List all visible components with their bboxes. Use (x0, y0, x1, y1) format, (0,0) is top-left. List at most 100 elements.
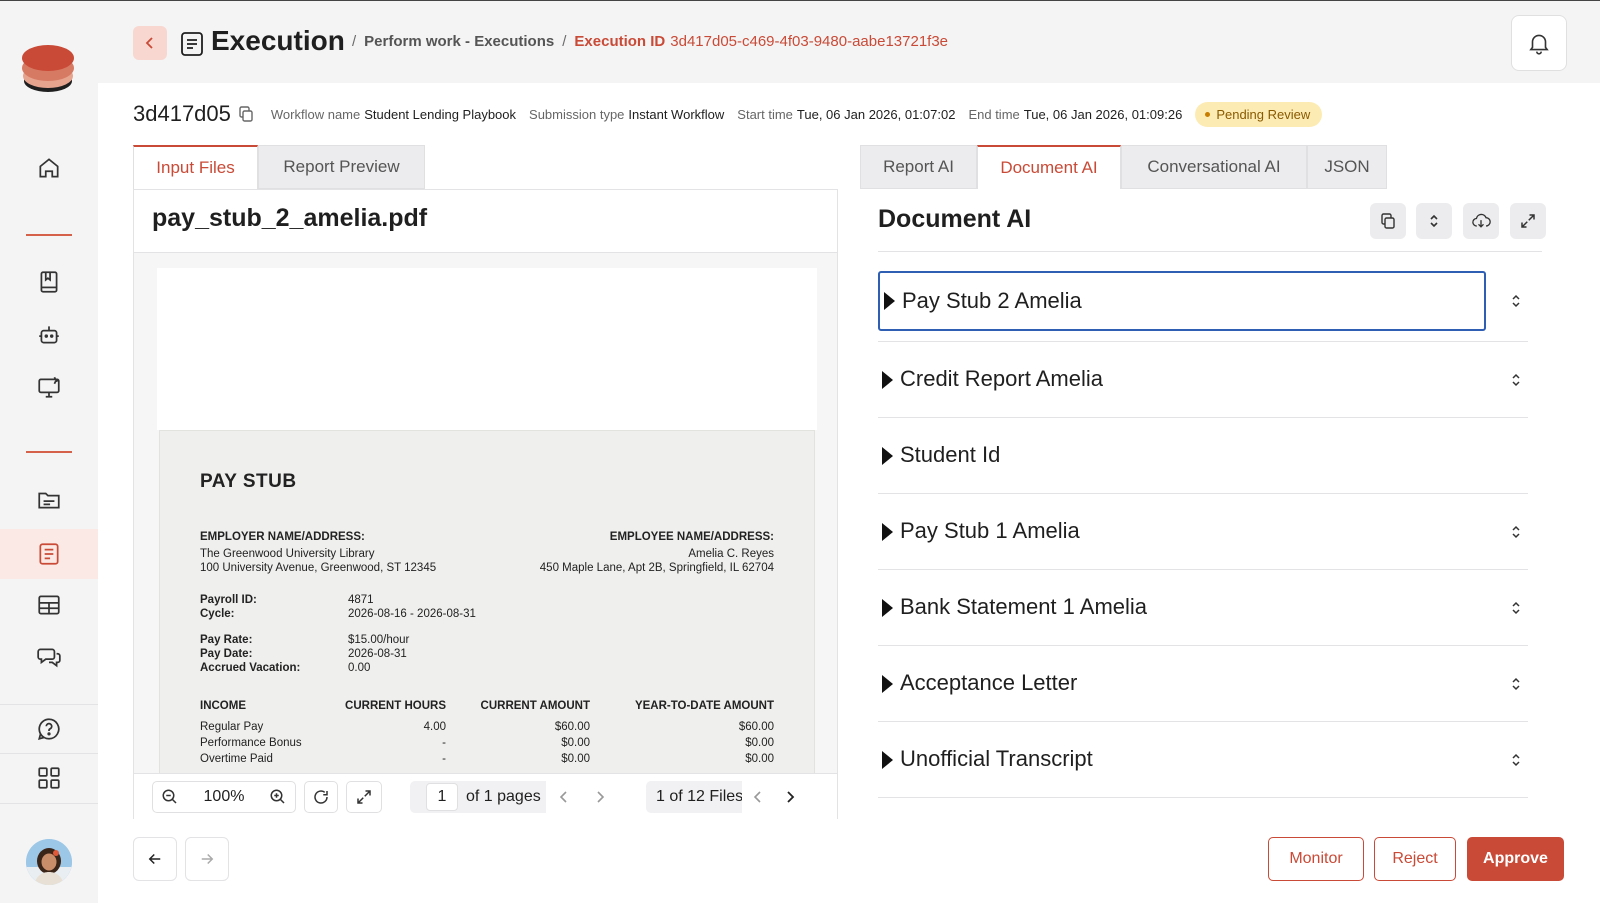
accrued-vacation-value: 0.00 (348, 662, 371, 674)
pdf-viewer[interactable]: PAY STUB EMPLOYER NAME/ADDRESS: The Gree… (134, 253, 837, 773)
monitor-button[interactable]: Monitor (1268, 837, 1364, 881)
copy-icon[interactable] (237, 105, 255, 123)
zoom-in-icon[interactable] (269, 788, 287, 806)
tab-document-ai[interactable]: Document AI (977, 145, 1121, 189)
payroll-id-label: Payroll ID: (200, 594, 257, 606)
notifications-button[interactable] (1511, 15, 1567, 71)
chevron-up-down-icon[interactable] (1508, 676, 1524, 692)
next-page-icon[interactable] (593, 790, 607, 804)
accordion-item[interactable]: Pay Stub 1 Amelia (878, 494, 1528, 570)
submission-type-label: Submission type (529, 106, 625, 122)
zoom-out-icon[interactable] (161, 788, 179, 806)
start-time-label: Start time (737, 106, 793, 122)
expand-icon (357, 790, 371, 804)
status-text: Pending Review (1216, 106, 1311, 122)
accordion-item[interactable]: Unofficial Transcript (878, 722, 1528, 798)
previous-page-icon[interactable] (557, 790, 571, 804)
page-number-input[interactable]: 1 (426, 783, 458, 811)
employee-address: 450 Maple Lane, Apt 2B, Springfield, IL … (539, 562, 774, 574)
app-logo[interactable] (20, 41, 76, 95)
caret-right-icon (882, 523, 893, 541)
arrow-left-icon (148, 853, 161, 865)
previous-step-button[interactable] (133, 837, 177, 881)
income-row-label: Overtime Paid (200, 753, 273, 765)
accordion-item-label: Pay Stub 1 Amelia (900, 518, 1080, 543)
caret-right-icon (882, 751, 893, 769)
employee-label: EMPLOYEE NAME/ADDRESS: (609, 531, 774, 543)
status-badge: Pending Review (1195, 101, 1323, 127)
chevron-up-down-icon[interactable] (1508, 372, 1524, 388)
sidebar-item-workflows[interactable] (0, 258, 98, 306)
income-column-header: INCOME (200, 700, 246, 712)
tab-report-preview[interactable]: Report Preview (258, 145, 425, 189)
approve-button[interactable]: Approve (1467, 837, 1564, 881)
ytd-amount-column-header: YEAR-TO-DATE AMOUNT (634, 700, 774, 712)
viewer-toolbar: 100% 1 of 1 pages 1 of 12 Files (134, 773, 837, 819)
sidebar-item-tables[interactable] (0, 581, 98, 629)
accordion-item[interactable]: Credit Report Amelia (878, 342, 1528, 418)
help-icon (38, 718, 60, 740)
download-button[interactable] (1463, 203, 1499, 239)
maximize-button[interactable] (1510, 203, 1546, 239)
execution-short-id: 3d417d05 (133, 101, 231, 126)
submission-type-value: Instant Workflow (628, 106, 725, 122)
copy-icon (1381, 213, 1395, 229)
sidebar-item-apps[interactable] (0, 754, 98, 802)
accordion-item-label: Acceptance Letter (900, 670, 1078, 695)
payroll-id-value: 4871 (348, 594, 374, 606)
income-row-hours: - (442, 737, 446, 749)
folder-icon (38, 492, 60, 509)
avatar[interactable] (26, 839, 72, 885)
chevron-up-down-icon[interactable] (1508, 293, 1524, 309)
rotate-button[interactable] (304, 781, 338, 813)
sidebar-item-chat[interactable] (0, 633, 98, 681)
accordion-item[interactable]: Student Id (878, 418, 1528, 494)
copy-button[interactable] (1370, 203, 1406, 239)
sidebar-item-agents[interactable] (0, 311, 98, 359)
file-navigator: 1 of 12 Files (646, 781, 806, 813)
back-button[interactable] (133, 26, 167, 60)
accordion-item[interactable]: Acceptance Letter (878, 646, 1528, 722)
sidebar-item-home[interactable] (0, 144, 98, 192)
robot-icon (39, 326, 59, 344)
accordion-item[interactable]: Bank Statement 1 Amelia (878, 570, 1528, 646)
tab-conversational-ai[interactable]: Conversational AI (1121, 145, 1307, 189)
chevron-up-down-icon[interactable] (1508, 524, 1524, 540)
accordion-item[interactable]: Pay Stub 2 Amelia (878, 271, 1486, 331)
caret-right-icon (882, 371, 893, 389)
tab-json[interactable]: JSON (1307, 145, 1387, 189)
pay-date-value: 2026-08-31 (348, 648, 407, 660)
next-file-icon[interactable] (783, 790, 797, 804)
income-row-amount: $0.00 (561, 737, 590, 749)
sidebar-item-help[interactable] (0, 705, 98, 753)
tab-input-files[interactable]: Input Files (133, 145, 258, 189)
sidebar-item-monitor[interactable] (0, 363, 98, 411)
sidebar-item-files[interactable] (0, 476, 98, 524)
expand-collapse-all-button[interactable] (1416, 203, 1452, 239)
chevron-up-down-icon[interactable] (1508, 600, 1524, 616)
chevron-up-down-icon[interactable] (1508, 752, 1524, 768)
breadcrumb-link-executions[interactable]: Perform work - Executions (364, 33, 554, 50)
employer-name: The Greenwood University Library (200, 548, 375, 560)
execution-meta: 3d417d05 Workflow name Student Lending P… (133, 100, 1323, 128)
income-row-hours: 4.00 (423, 721, 446, 733)
current-amount-column-header: CURRENT AMOUNT (480, 700, 590, 712)
monitor-icon (38, 376, 60, 398)
previous-file-icon[interactable] (751, 790, 765, 804)
income-row-label: Regular Pay (200, 721, 264, 733)
income-row-ytd: $0.00 (745, 737, 774, 749)
zoom-level: 100% (203, 788, 245, 805)
fullscreen-button[interactable] (346, 781, 382, 813)
document-icon (180, 31, 204, 57)
chevron-up-down-icon (1430, 214, 1438, 228)
expand-icon (1521, 214, 1535, 228)
document-ai-content: Document AI Pay Stub 2 Amelia Credit Rep… (860, 189, 1564, 819)
reject-button[interactable]: Reject (1374, 837, 1456, 881)
next-step-button[interactable] (185, 837, 229, 881)
zoom-control: 100% (152, 781, 296, 813)
tab-report-ai[interactable]: Report AI (860, 145, 977, 189)
pdf-page-top (157, 268, 817, 430)
caret-right-icon (882, 447, 893, 465)
sidebar-item-executions[interactable] (0, 529, 98, 579)
pay-stub-title: PAY STUB (200, 471, 297, 492)
